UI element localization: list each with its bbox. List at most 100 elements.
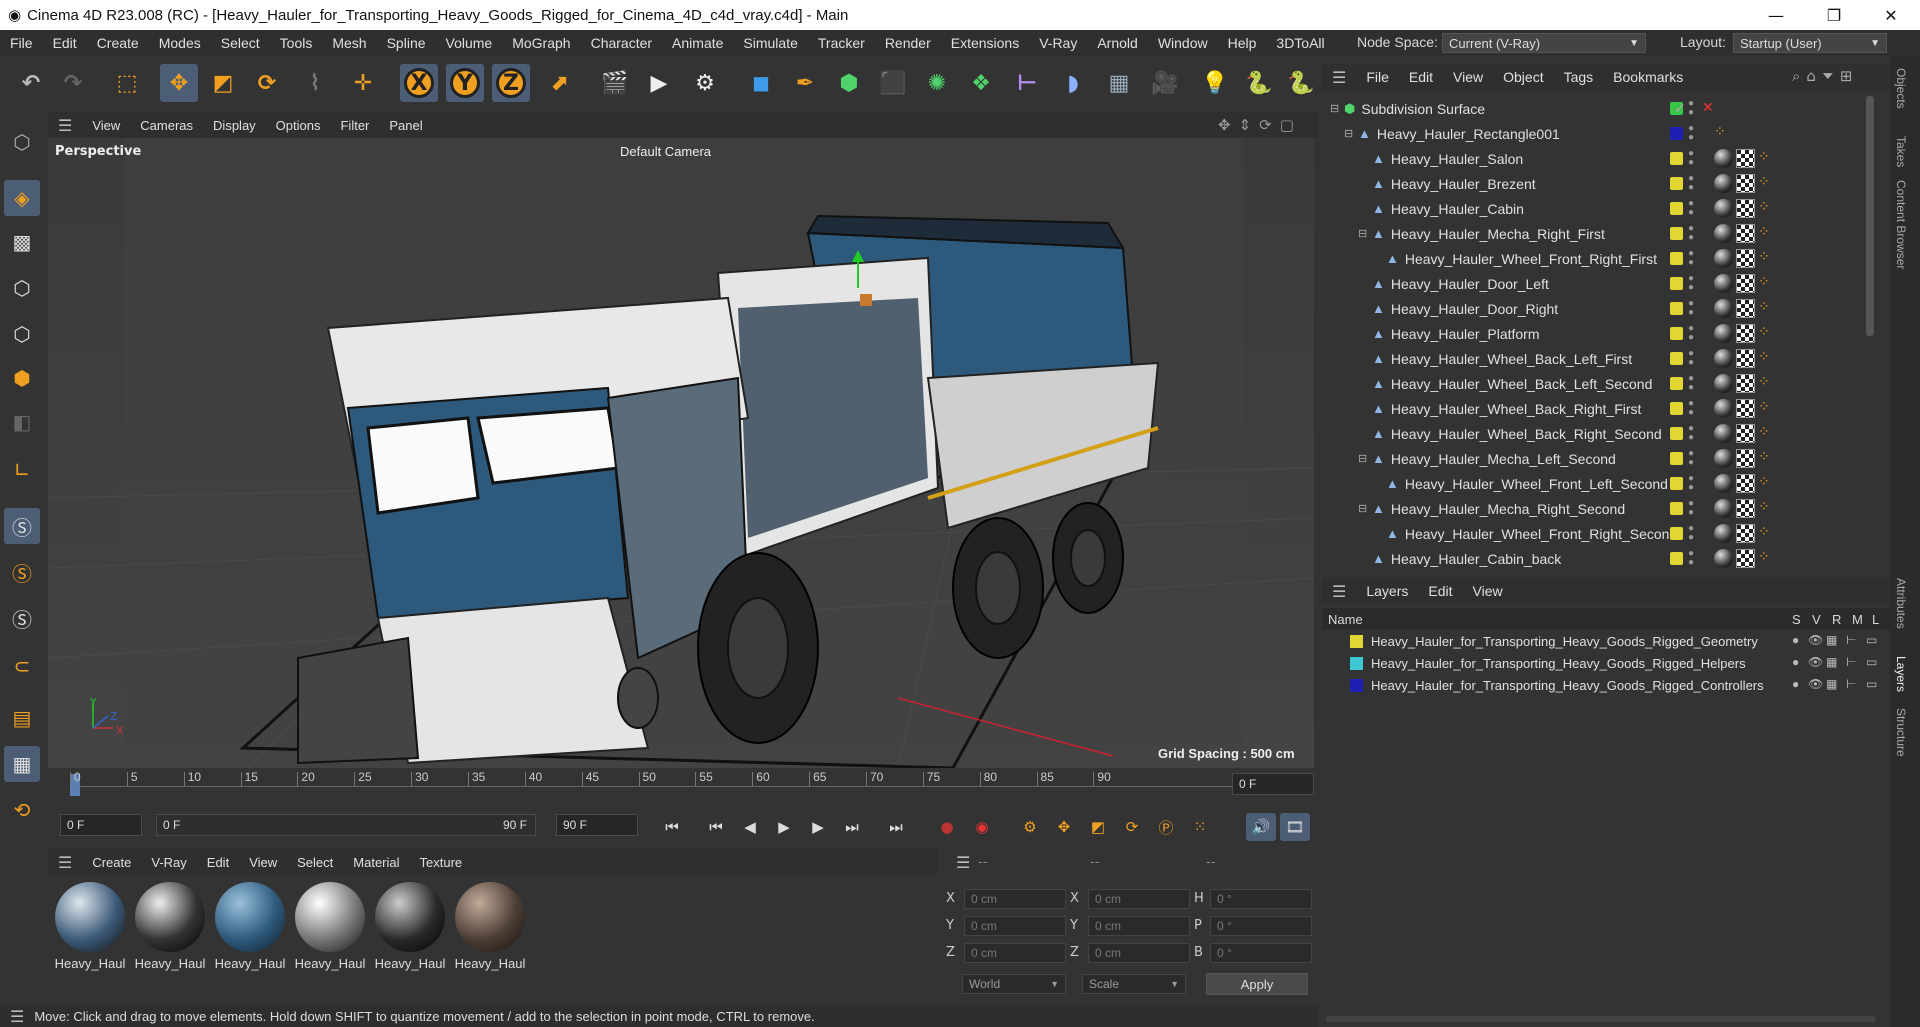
recent-tool-icon[interactable]: ⌇ [296,64,334,102]
material-tag-icon[interactable] [1714,499,1733,518]
coordinate-mode-select[interactable]: World ▼ [962,974,1066,994]
menu-tools[interactable]: Tools [270,35,323,51]
material-swatch[interactable]: Heavy_Haul [212,882,288,971]
locked-workplane-icon[interactable]: ▦ [4,746,40,782]
deformer-icon[interactable]: ⊢ [1008,64,1046,102]
mograph-icon[interactable]: ❖ [962,64,1000,102]
object-list-scrollbar[interactable] [1866,96,1874,336]
objects-menu-file[interactable]: File [1356,69,1399,85]
cube-icon[interactable]: ◼ [742,64,780,102]
solo-icon[interactable]: ● [1792,677,1799,691]
layer-color-swatch[interactable] [1670,352,1683,365]
size-x-field[interactable]: 0 cm [1088,889,1190,909]
planar-workplane-icon[interactable]: ⟲ [4,792,40,828]
snap-settings-icon[interactable]: Ⓢ [4,554,40,590]
visibility-icon[interactable]: ● ● [1688,249,1694,268]
texture-tag-icon[interactable] [1736,549,1755,568]
material-menu-select[interactable]: Select [287,855,343,870]
minimize-icon[interactable]: — [1747,0,1805,30]
layer-color-swatch[interactable] [1670,527,1683,540]
object-row[interactable]: ▲ Heavy_Hauler_Platform ● ● ⁘ [1322,321,1876,346]
extrude-icon[interactable]: ⬛ [874,64,912,102]
tab-attributes[interactable]: Attributes [1894,578,1908,629]
go-to-end-icon[interactable]: ⏭ [882,813,910,841]
layer-color-swatch[interactable] [1670,552,1683,565]
tag-icon[interactable]: ⁘ [1758,398,1770,415]
menu-tracker[interactable]: Tracker [808,35,875,51]
menu-mograph[interactable]: MoGraph [502,35,580,51]
key-position-icon[interactable]: ✥ [1050,813,1078,841]
lock-icon[interactable]: ▭ [1866,633,1877,647]
material-menu-create[interactable]: Create [82,855,141,870]
visibility-icon[interactable]: ● ● [1688,124,1694,143]
object-row[interactable]: ▲ Heavy_Hauler_Door_Right ● ● ⁘ [1322,296,1876,321]
layer-color-swatch[interactable] [1670,377,1683,390]
render-icon[interactable]: ▦ [1826,677,1837,691]
object-row[interactable]: ⊟ ▲ Heavy_Hauler_Mecha_Right_Second ● ● ⁘ [1322,496,1876,521]
size-y-field[interactable]: 0 cm [1088,916,1190,936]
key-scale-icon[interactable]: ◩ [1084,813,1112,841]
layers-menu-view[interactable]: View [1463,583,1513,599]
layer-color-swatch[interactable] [1670,277,1683,290]
texture-tag-icon[interactable] [1736,499,1755,518]
menu-edit[interactable]: Edit [43,35,87,51]
visibility-icon[interactable]: ● ● [1688,174,1694,193]
render-view-icon[interactable]: 🎬 [596,64,634,102]
material-swatch[interactable]: Heavy_Haul [52,882,128,971]
workplane-icon[interactable]: ▤ [4,700,40,736]
key-rotation-icon[interactable]: ⟳ [1118,813,1146,841]
solo-icon[interactable]: ● [1792,633,1799,647]
material-tag-icon[interactable] [1714,199,1733,218]
move-icon[interactable]: ✥ [160,64,198,102]
solo-icon[interactable]: ● [1792,655,1799,669]
tag-icon[interactable]: ⁘ [1758,198,1770,215]
material-menu-texture[interactable]: Texture [410,855,473,870]
texture-tag-icon[interactable] [1736,424,1755,443]
tag-icon[interactable]: ⁘ [1758,248,1770,265]
layer-color-swatch[interactable] [1670,152,1683,165]
tag-icon[interactable]: ⁘ [1758,498,1770,515]
menu-vray[interactable]: V-Ray [1029,35,1087,51]
object-row[interactable]: ▲ Heavy_Hauler_Cabin ● ● ⁘ [1322,196,1876,221]
menu-modes[interactable]: Modes [149,35,211,51]
layer-color-swatch[interactable] [1670,127,1683,140]
restore-icon[interactable]: ❐ [1805,0,1863,30]
expand-icon[interactable]: ⊟ [1358,502,1372,515]
uv-mode-icon[interactable]: ◧ [4,404,40,440]
texture-tag-icon[interactable] [1736,524,1755,543]
object-row[interactable]: ▲ Heavy_Hauler_Wheel_Back_Left_Second ● ● ⁘ [1322,371,1876,396]
menu-render[interactable]: Render [875,35,941,51]
visibility-icon[interactable]: ● ● [1688,474,1694,493]
material-tag-icon[interactable] [1714,399,1733,418]
material-tag-icon[interactable] [1714,249,1733,268]
menu-extensions[interactable]: Extensions [941,35,1029,51]
next-frame-icon[interactable]: ▶ [804,813,832,841]
tag-icon[interactable]: ⁘ [1758,223,1770,240]
object-row[interactable]: ▲ Heavy_Hauler_Wheel_Front_Left_Second ● ● ⁘ [1322,471,1876,496]
python-generator-icon[interactable]: 🐍 [1282,64,1320,102]
material-tag-icon[interactable] [1714,299,1733,318]
disabled-icon[interactable]: ✕ [1702,99,1714,116]
tag-icon[interactable]: ⁘ [1758,173,1770,190]
start-frame-field[interactable]: 0 F [60,814,142,836]
tag-icon[interactable]: ⁘ [1758,423,1770,440]
material-tag-icon[interactable] [1714,324,1733,343]
tag-icon[interactable]: ⁘ [1758,523,1770,540]
apply-button[interactable]: Apply [1206,973,1308,995]
layer-color-swatch[interactable] [1670,177,1683,190]
texture-tag-icon[interactable] [1736,399,1755,418]
texture-tag-icon[interactable] [1736,174,1755,193]
visibility-icon[interactable]: ● ● [1688,374,1694,393]
layers-menu-layers[interactable]: Layers [1356,583,1418,599]
cloner-icon[interactable]: ✺ [918,64,956,102]
object-row[interactable]: ▲ Heavy_Hauler_Wheel_Back_Left_First ● ● ⁘ [1322,346,1876,371]
menu-file[interactable]: File [0,35,43,51]
visibility-icon[interactable]: ● ● [1688,274,1694,293]
object-row[interactable]: ⊟ ▲ Heavy_Hauler_Mecha_Left_Second ● ● ⁘ [1322,446,1876,471]
objects-menu-tags[interactable]: Tags [1554,69,1604,85]
field-icon[interactable]: ◗ [1054,64,1092,102]
layer-color-swatch[interactable] [1670,477,1683,490]
layer-row[interactable]: Heavy_Hauler_for_Transporting_Heavy_Good… [1322,630,1890,652]
magnet-icon[interactable]: ⊂ [4,648,40,684]
visibility-icon[interactable]: ● ● [1688,99,1694,118]
